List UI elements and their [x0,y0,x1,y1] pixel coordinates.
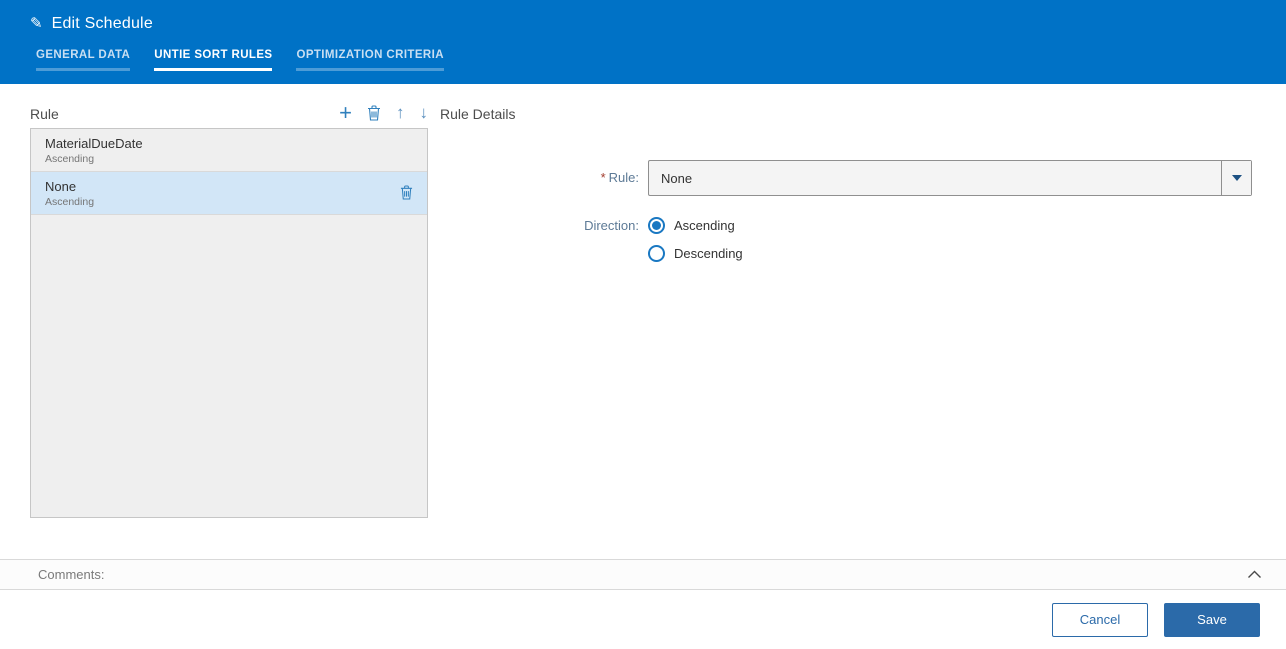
arrow-down-icon: ↓ [419,103,429,122]
edit-pencil-icon: ✎ [30,14,43,32]
rule-list-title: Rule [30,106,59,122]
edit-schedule-window: ✎ Edit Schedule GENERAL DATA UNTIE SORT … [0,0,1286,649]
rule-details-header: Rule Details [440,98,1260,128]
comments-label: Comments: [38,567,105,582]
tab-untie-sort-rules[interactable]: UNTIE SORT RULES [154,49,273,71]
rule-dropdown[interactable]: None [648,160,1252,196]
list-item[interactable]: MaterialDueDate Ascending [31,129,427,172]
add-rule-button[interactable]: + [339,100,352,125]
rule-direction: Ascending [45,153,95,165]
rule-label-text: Rule: [608,170,639,185]
comments-collapse-button[interactable] [1245,568,1264,581]
rule-list-toolbar: + ↑ ↓ [339,100,429,125]
plus-icon: + [339,100,352,125]
delete-item-button[interactable] [396,184,417,203]
list-item-texts: MaterialDueDate Ascending [45,136,143,165]
rule-list-header: Rule + ↑ ↓ [30,98,428,128]
rule-field-row: * Rule: None [440,160,1260,196]
rule-direction: Ascending [45,196,95,208]
delete-rule-button[interactable] [367,105,381,121]
rule-name: None [45,179,77,194]
direction-label: Direction: [584,218,639,233]
save-button[interactable]: Save [1164,602,1260,637]
direction-field-row: Direction: Ascending Descending [440,212,1260,262]
radio-ascending-circle[interactable] [648,217,665,234]
main-content: Rule + ↑ ↓ MaterialDueDate Ascending Non… [0,84,1286,559]
required-marker: * [600,170,606,185]
rule-details-form: * Rule: None Direction: Ascending Descen… [440,160,1260,278]
arrow-up-icon: ↑ [396,103,405,122]
rule-field-label: * Rule: [440,160,648,196]
rule-details-title: Rule Details [440,106,516,122]
rule-list-panel: Rule + ↑ ↓ MaterialDueDate Ascending Non… [30,98,428,559]
trash-icon [368,105,380,121]
move-down-button[interactable]: ↓ [420,104,429,122]
tab-bar: GENERAL DATA UNTIE SORT RULES OPTIMIZATI… [36,49,1256,71]
rule-details-panel: Rule Details * Rule: None Direction: Asc… [428,98,1260,559]
cancel-button[interactable]: Cancel [1052,602,1148,637]
trash-icon [400,184,413,200]
tab-general-data[interactable]: GENERAL DATA [36,49,131,71]
page-title: Edit Schedule [51,15,153,32]
header: ✎ Edit Schedule GENERAL DATA UNTIE SORT … [0,0,1286,84]
list-item[interactable]: None Ascending [31,172,427,215]
tab-optimization-criteria[interactable]: OPTIMIZATION CRITERIA [296,49,444,71]
radio-descending[interactable]: Descending [648,245,743,262]
radio-ascending[interactable]: Ascending [648,217,743,234]
chevron-up-icon [1248,570,1261,578]
radio-descending-circle[interactable] [648,245,665,262]
footer-actions: Cancel Save [0,590,1286,649]
move-up-button[interactable]: ↑ [396,104,405,122]
rule-dropdown-value: None [661,170,693,186]
comments-bar[interactable]: Comments: [0,559,1286,590]
direction-radio-group: Ascending Descending [648,212,743,262]
radio-ascending-label: Ascending [674,218,735,233]
radio-descending-label: Descending [674,246,743,261]
rule-list: MaterialDueDate Ascending None Ascending [30,128,428,518]
rule-dropdown-button[interactable] [1221,161,1251,195]
list-item-texts: None Ascending [45,179,94,208]
header-title-row: ✎ Edit Schedule [30,10,1256,38]
caret-down-icon [1231,175,1242,181]
rule-name: MaterialDueDate [45,136,143,151]
